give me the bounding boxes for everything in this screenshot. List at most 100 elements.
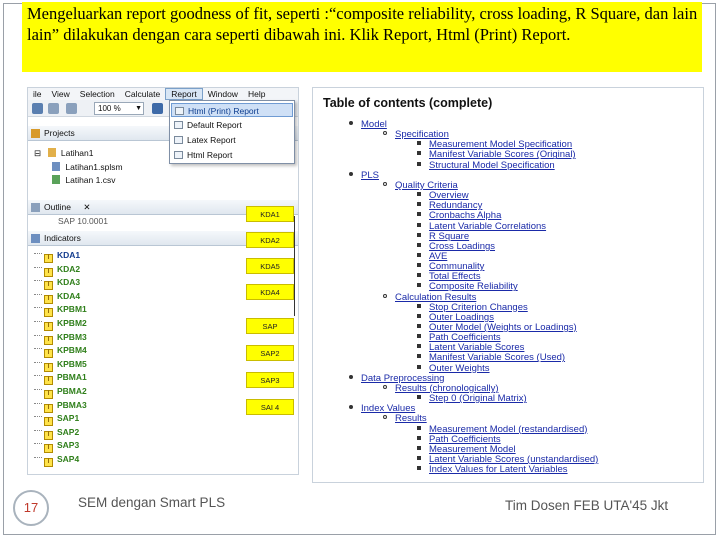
indicator-box[interactable]: KDA5 [246,258,294,274]
indicator-item[interactable]: I KDA3 [34,276,80,291]
bullet-icon [417,151,421,156]
slide-number: 17 [13,490,49,526]
tree-connector [34,334,42,336]
indicator-item[interactable]: I KPBM4 [34,344,87,359]
menu-window[interactable]: Window [203,88,243,100]
toc-link[interactable]: Results [395,413,427,424]
toc-link[interactable]: Model [361,119,387,130]
tree-connector [34,429,42,431]
footer-author: Tim Dosen FEB UTA'45 Jkt [505,498,669,513]
bullet-icon [417,303,421,308]
tree-connector [34,321,42,322]
bullet-icon [417,222,421,227]
report-menu-item[interactable]: Html Report [171,148,293,162]
bullet-icon [349,171,353,176]
model-file-icon [52,162,60,171]
indicator-box[interactable]: SAI 4 [246,399,294,415]
indicator-box[interactable]: KDA4 [246,284,294,300]
indicator-item[interactable]: I SAP1 [34,412,80,427]
bullet-icon [417,364,421,369]
indicator-box[interactable]: SAP3 [246,372,294,388]
indicator-label: KPBM5 [57,358,87,369]
indicator-label: SAP1 [57,413,80,424]
outline-item[interactable]: SAP 10.0001 [58,216,108,227]
indicator-item[interactable]: I KPBM3 [34,331,87,345]
menu-selection[interactable]: Selection [75,88,120,100]
indicator-item[interactable]: I KPBM1 [34,303,87,318]
indicator-icon: I [44,458,53,467]
indicator-label: SAP4 [57,454,80,464]
report-menu-label: Default Report [187,120,242,130]
report-menu-item[interactable]: Default Report [171,118,293,132]
bullet-icon [417,313,421,318]
outline-title: Outline [44,202,71,212]
latex-report-icon [174,136,183,144]
tree-connector [34,457,42,458]
default-report-icon [174,121,183,129]
bullet-icon [417,466,421,471]
indicator-label: KDA4 [57,290,81,301]
bullet-icon [417,455,421,460]
bullet-icon [349,374,353,379]
indicator-item[interactable]: I SAP3 [34,439,79,454]
menu-help[interactable]: Help [243,88,270,100]
indicator-box[interactable]: KDA1 [246,206,294,222]
projects-title: Projects [44,128,75,138]
bullet-icon [417,263,421,268]
indicator-label: KDA2 [57,263,81,274]
indicator-item[interactable]: I KDA4 [34,290,80,304]
tree-label: Latihan 1.csv [65,175,116,185]
zoom-select[interactable]: 100 % ▼ [94,102,144,115]
indicator-item[interactable]: I SAP2 [34,426,79,440]
toc-link[interactable]: Step 0 (Original Matrix) [429,393,527,404]
toc-link[interactable]: Structural Model Specification [429,160,555,171]
bullet-icon [417,212,421,217]
indicator-label: KPBM4 [57,345,87,356]
tree-item-data[interactable]: Latihan 1.csv [52,175,115,186]
tree-item-model[interactable]: Latihan1.splsm [52,162,123,173]
indicator-item[interactable]: I PBMA1 [34,371,87,386]
menu-ile[interactable]: ile [28,88,47,100]
indicator-item[interactable]: I SAP4 [34,453,79,467]
indicator-label: PBMA3 [57,399,87,410]
forward-icon[interactable] [66,103,77,114]
indicator-box[interactable]: SAP [246,318,294,334]
bullet-icon [417,435,421,440]
indicator-box[interactable]: SAP2 [246,345,294,361]
bullet-icon [349,405,353,410]
report-menu-item[interactable]: Latex Report [171,133,293,147]
toc-link[interactable]: Index Values for Latent Variables [429,464,568,475]
bullet-icon [349,121,353,125]
save-icon[interactable] [32,103,43,114]
indicator-item[interactable]: I PBMA3 [34,399,87,413]
collapse-icon[interactable]: ⊟ [34,148,41,158]
tree-connector [34,402,42,404]
projects-icon [31,129,40,138]
close-icon[interactable]: ✕ [83,202,90,212]
indicator-item[interactable]: I KPBM2 [34,317,87,331]
tree-item-project[interactable]: ⊟ Latihan1 [34,148,94,159]
indicator-label: KDA1 [57,250,81,260]
indicator-box[interactable]: KDA2 [246,232,294,248]
arrow-tool-icon[interactable] [152,103,163,114]
report-menu-label: Html Report [187,150,233,160]
tree-label: Latihan1 [60,148,94,158]
indicator-item[interactable]: I KDA1 [34,249,80,263]
indicators-icon [31,234,40,243]
toc-link[interactable]: PLS [361,170,379,181]
bullet-icon [383,293,387,298]
menu-calculate[interactable]: Calculate [120,88,165,100]
indicators-title: Indicators [44,233,81,243]
indicator-item[interactable]: I KPBM5 [34,358,87,372]
bullet-icon [417,354,421,359]
indicator-item[interactable]: I KDA2 [34,263,80,277]
back-icon[interactable] [48,103,59,114]
menu-report[interactable]: Report [165,88,203,100]
report-menu-item[interactable]: Html (Print) Report [171,103,293,117]
footer-course: SEM dengan Smart PLS [78,495,226,510]
bullet-icon [417,344,421,349]
indicator-item[interactable]: I PBMA2 [34,385,87,399]
menu-view[interactable]: View [47,88,75,100]
indicator-label: KPBM2 [57,318,87,328]
indicator-label: PBMA1 [57,372,87,383]
